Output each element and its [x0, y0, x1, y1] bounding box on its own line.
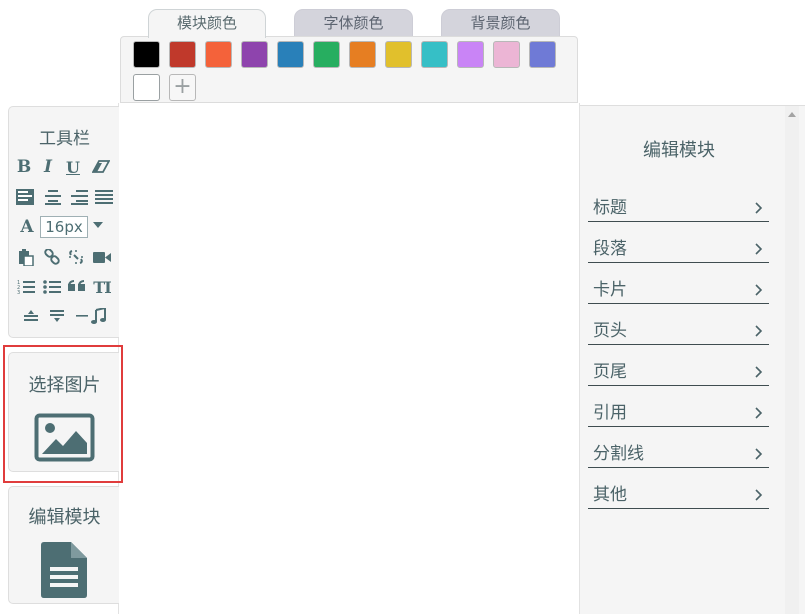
- menu-item[interactable]: 页头: [588, 319, 769, 345]
- svg-text:3: 3: [17, 290, 20, 295]
- menu-item-label: 分割线: [593, 444, 644, 464]
- chevron-right-icon: [755, 243, 763, 255]
- color-swatch[interactable]: [169, 41, 196, 68]
- paste-icon[interactable]: [15, 246, 37, 268]
- menu-item[interactable]: 标题: [588, 196, 769, 222]
- bold-icon[interactable]: B: [13, 156, 35, 178]
- menu-item[interactable]: 卡片: [588, 278, 769, 304]
- align-center-icon[interactable]: [42, 186, 64, 208]
- menu-item-label: 页尾: [593, 362, 627, 382]
- chevron-right-icon: [755, 325, 763, 337]
- menu-item[interactable]: 页尾: [588, 360, 769, 386]
- text-format-icon[interactable]: TI: [91, 276, 113, 298]
- insert-above-icon[interactable]: [20, 305, 42, 327]
- color-swatch[interactable]: [133, 41, 160, 68]
- document-icon: [39, 541, 89, 603]
- vertical-scrollbar[interactable]: [785, 106, 799, 614]
- ordered-list-icon[interactable]: 123: [15, 276, 37, 298]
- color-palette: +: [120, 36, 578, 103]
- chevron-right-icon: [755, 407, 763, 419]
- unordered-list-icon[interactable]: [41, 276, 63, 298]
- font-size-dropdown-icon[interactable]: [93, 222, 103, 228]
- menu-item-label: 引用: [593, 403, 627, 423]
- toolbar-panel: 工具栏 B I U A 16px 123 TI: [8, 106, 119, 338]
- selection-highlight: [3, 345, 123, 483]
- tab-background-color[interactable]: 背景颜色: [441, 9, 560, 37]
- music-icon[interactable]: [75, 305, 109, 327]
- editor-canvas[interactable]: [118, 103, 580, 614]
- video-icon[interactable]: [91, 246, 113, 268]
- unlink-icon[interactable]: [65, 246, 87, 268]
- quote-icon[interactable]: [66, 276, 88, 298]
- chevron-right-icon: [755, 489, 763, 501]
- color-swatch[interactable]: [421, 41, 448, 68]
- menu-item[interactable]: 其他: [588, 483, 769, 509]
- font-size-icon: A: [20, 217, 34, 237]
- scroll-up-icon[interactable]: [788, 112, 796, 117]
- link-icon[interactable]: [41, 246, 63, 268]
- menu-item[interactable]: 段落: [588, 237, 769, 263]
- edit-module-title: 编辑模块: [643, 140, 715, 161]
- color-swatch[interactable]: [385, 41, 412, 68]
- color-swatch[interactable]: [205, 41, 232, 68]
- insert-below-icon[interactable]: [46, 305, 68, 327]
- tab-module-color[interactable]: 模块颜色: [148, 9, 266, 38]
- align-justify-icon[interactable]: [93, 186, 115, 208]
- chevron-right-icon: [755, 284, 763, 296]
- underline-icon[interactable]: U: [62, 156, 84, 178]
- menu-item-label: 其他: [593, 485, 627, 505]
- color-swatch[interactable]: [313, 41, 340, 68]
- color-swatch[interactable]: [241, 41, 268, 68]
- menu-item-label: 标题: [593, 198, 627, 218]
- add-color-icon[interactable]: +: [169, 74, 196, 101]
- color-swatch[interactable]: [133, 74, 160, 101]
- chevron-right-icon: [755, 202, 763, 214]
- align-left-icon[interactable]: [14, 186, 36, 208]
- menu-item[interactable]: 分割线: [588, 442, 769, 468]
- edit-module-label: 编辑模块: [28, 507, 101, 528]
- color-swatch[interactable]: [493, 41, 520, 68]
- font-size-value[interactable]: 16px: [40, 216, 88, 238]
- color-swatch[interactable]: [457, 41, 484, 68]
- color-swatch[interactable]: [349, 41, 376, 68]
- color-swatch[interactable]: [277, 41, 304, 68]
- edit-module-panel: 编辑模块 标题段落卡片页头页尾引用分割线其他: [580, 105, 805, 614]
- color-swatch[interactable]: [529, 41, 556, 68]
- italic-icon[interactable]: I: [37, 156, 59, 178]
- eraser-icon[interactable]: [90, 156, 112, 178]
- align-right-icon[interactable]: [68, 186, 90, 208]
- menu-item[interactable]: 引用: [588, 401, 769, 427]
- menu-item-label: 段落: [593, 239, 627, 259]
- chevron-right-icon: [755, 366, 763, 378]
- chevron-right-icon: [755, 448, 763, 460]
- edit-module-button[interactable]: 编辑模块: [8, 486, 119, 604]
- menu-item-label: 卡片: [593, 280, 627, 300]
- toolbar-title: 工具栏: [39, 129, 90, 149]
- menu-item-label: 页头: [593, 321, 627, 341]
- tab-font-color[interactable]: 字体颜色: [294, 9, 413, 37]
